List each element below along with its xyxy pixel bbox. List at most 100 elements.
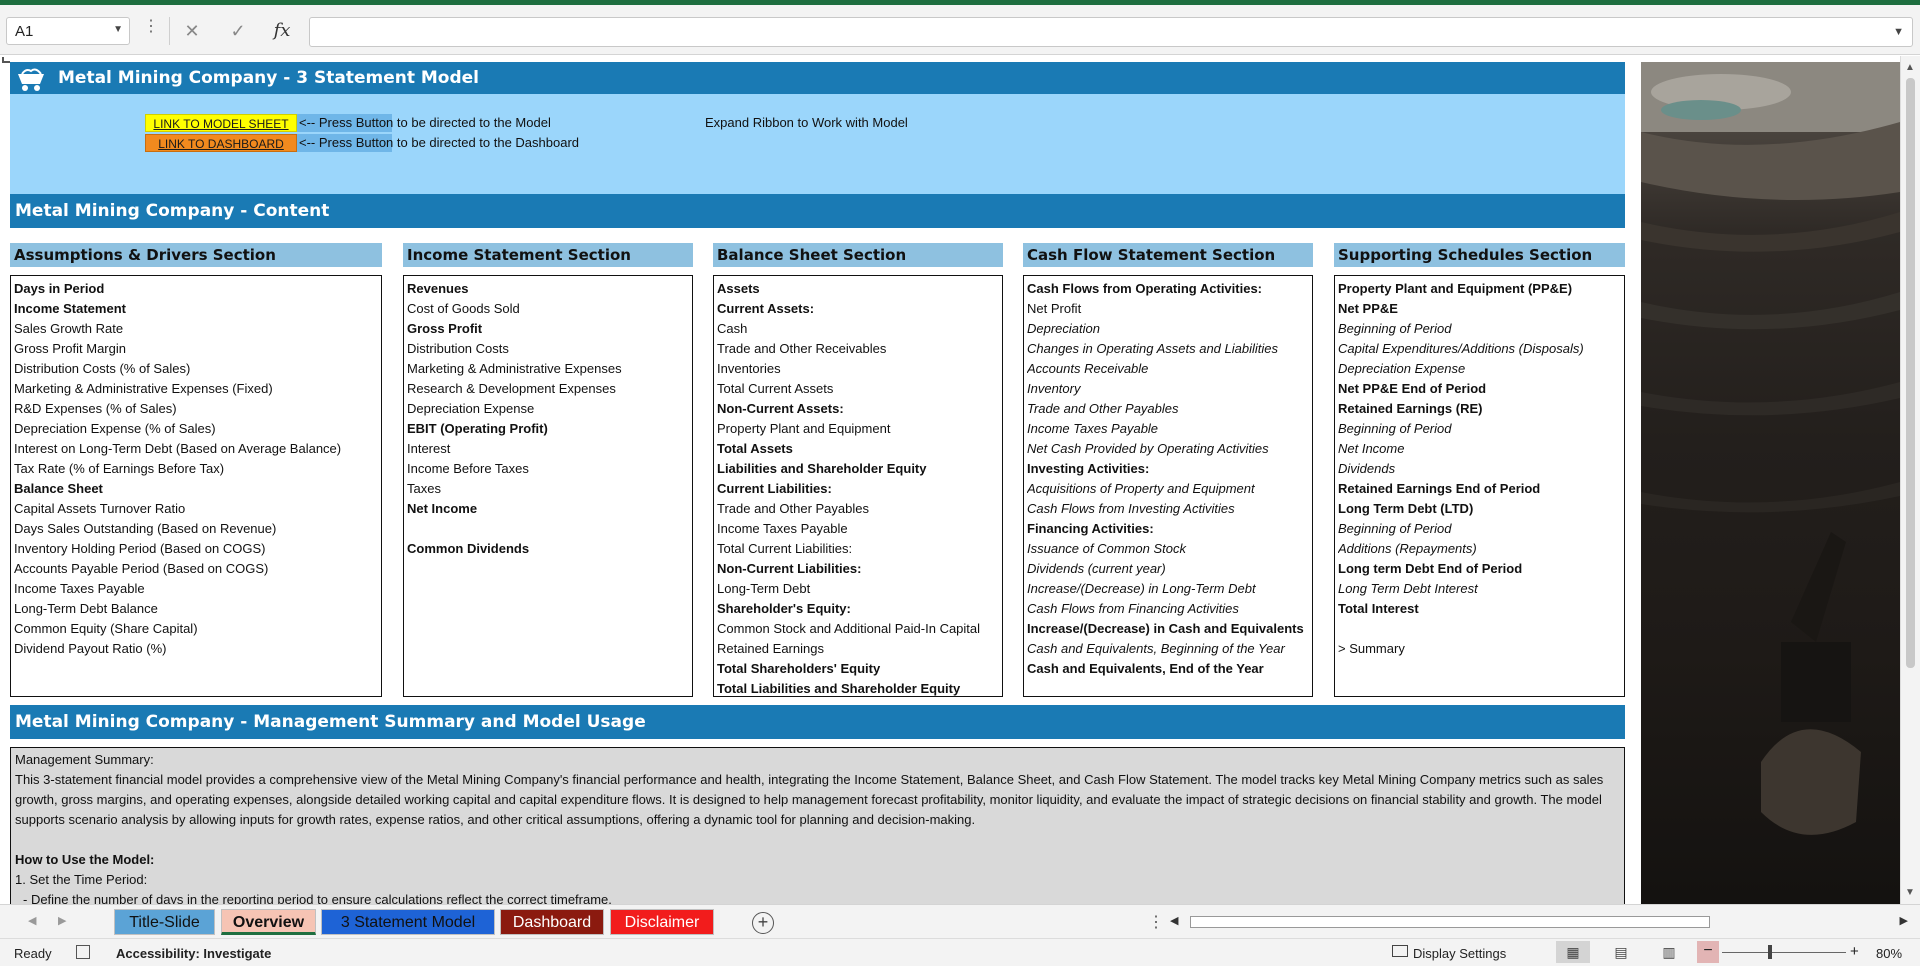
link-to-dashboard-button[interactable]: LINK TO DASHBOARD <box>145 134 297 152</box>
section-item: Property Plant and Equipment (PP&E) <box>1338 281 1573 296</box>
scroll-right-icon[interactable]: ▶ <box>1900 914 1908 927</box>
section-item: Marketing & Administrative Expenses (Fix… <box>14 381 273 396</box>
section-item: Long-Term Debt Balance <box>14 601 158 616</box>
section-item: Property Plant and Equipment <box>717 421 891 436</box>
section-item: Net Income <box>1338 441 1405 456</box>
select-all-corner[interactable] <box>2 57 10 63</box>
section-item: Dividends (current year) <box>1027 561 1166 576</box>
section-item: Taxes <box>407 481 441 496</box>
section-item: Depreciation Expense (% of Sales) <box>14 421 216 436</box>
section-item: Retained Earnings (RE) <box>1338 401 1483 416</box>
tab-3-statement-model[interactable]: 3 Statement Model <box>321 909 495 935</box>
section-item: Shareholder's Equity: <box>717 601 851 616</box>
cash-flow-section-list: Cash Flows from Operating Activities: Net… <box>1023 275 1313 697</box>
horizontal-scroll-thumb[interactable] <box>1190 916 1710 928</box>
zoom-out-icon[interactable]: − <box>1697 941 1719 963</box>
income-statement-section-list: Revenues Cost of Goods Sold Gross Profit Di… <box>403 275 693 697</box>
tab-disclaimer[interactable]: Disclaimer <box>610 909 714 935</box>
section-item: Net Income <box>407 501 478 516</box>
formula-input[interactable]: ▼ <box>309 17 1913 47</box>
how-to-step-detail: - Define the number of days in the repor… <box>23 892 612 904</box>
name-box-value: A1 <box>15 23 34 40</box>
section-item: Distribution Costs <box>407 341 509 356</box>
chevron-down-icon[interactable]: ▼ <box>113 24 123 35</box>
tab-overview[interactable]: Overview <box>221 909 316 935</box>
section-item: Beginning of Period <box>1338 521 1452 536</box>
content-title-banner: Metal Mining Company - Content <box>10 194 1625 228</box>
supporting-schedules-section-list: Property Plant and Equipment (PP&E) Net P… <box>1334 275 1625 697</box>
summary-text: This 3-statement financial model provide… <box>15 772 1604 827</box>
section-item: Depreciation <box>1027 321 1100 336</box>
scroll-up-icon[interactable]: ▲ <box>1905 62 1915 73</box>
section-item: Long Term Debt (LTD) <box>1338 501 1474 516</box>
vertical-scroll-thumb[interactable] <box>1906 78 1915 668</box>
section-item: Sales Growth Rate <box>14 321 124 336</box>
section-item: Cash <box>717 321 748 336</box>
mine-pit-image <box>1641 62 1900 835</box>
section-item: Net PP&E End of Period <box>1338 381 1487 396</box>
normal-view-icon[interactable]: ▦ <box>1556 941 1590 963</box>
more-options-icon[interactable]: ⋮ <box>1148 912 1164 932</box>
blank-row <box>15 830 1620 850</box>
section-item: Retained Earnings End of Period <box>1338 481 1541 496</box>
worksheet[interactable]: Metal Mining Company - 3 Statement Model… <box>0 56 1900 904</box>
vertical-scrollbar[interactable]: ▲ ▼ <box>1900 56 1920 904</box>
cancel-icon[interactable]: ✕ <box>176 17 208 45</box>
check-icon[interactable]: ✓ <box>222 17 254 45</box>
add-sheet-icon[interactable]: + <box>752 912 774 934</box>
zoom-in-icon[interactable]: + <box>1850 943 1859 960</box>
section-item: Income Taxes Payable <box>1027 421 1159 436</box>
section-item: Common Stock and Additional Paid-In Capi… <box>717 621 981 636</box>
zoom-level[interactable]: 80% <box>1876 946 1902 961</box>
section-item: Common Dividends <box>407 541 530 556</box>
mining-photo <box>1641 62 1900 904</box>
section-item: Days in Period <box>14 281 105 296</box>
expand-ribbon-note: Expand Ribbon to Work with Model <box>705 115 908 130</box>
section-item: Total Current Liabilities: <box>717 541 853 556</box>
macro-record-icon[interactable] <box>76 945 90 959</box>
tab-title-slide[interactable]: Title-Slide <box>114 909 215 935</box>
section-item: Net PP&E <box>1338 301 1398 316</box>
section-item: Total Shareholders' Equity <box>717 661 881 676</box>
section-item: Beginning of Period <box>1338 421 1452 436</box>
section-item: Financing Activities: <box>1027 521 1154 536</box>
section-item: Inventory Holding Period (Based on COGS) <box>14 541 266 556</box>
section-item: Days Sales Outstanding (Based on Revenue… <box>14 521 277 536</box>
section-item: Retained Earnings <box>717 641 824 656</box>
section-item: Long Term Debt Interest <box>1338 581 1478 596</box>
display-settings-icon[interactable] <box>1392 945 1408 957</box>
display-settings[interactable]: Display Settings <box>1413 946 1506 961</box>
section-item: Cash Flows from Financing Activities <box>1027 601 1239 616</box>
accessibility-status[interactable]: Accessibility: Investigate <box>116 946 271 961</box>
scroll-down-icon[interactable]: ▼ <box>1905 887 1915 898</box>
section-item: Liabilities and Shareholder Equity <box>717 461 927 476</box>
section-title: Assumptions & Drivers Section <box>10 243 382 267</box>
name-box[interactable]: A1 ▼ <box>6 17 130 45</box>
page-layout-view-icon[interactable]: ▤ <box>1604 941 1638 963</box>
section-item: EBIT (Operating Profit) <box>407 421 548 436</box>
section-item: Total Liabilities and Shareholder Equity <box>717 681 961 696</box>
zoom-slider[interactable] <box>1722 952 1846 953</box>
insert-function-icon[interactable]: fx <box>266 17 298 45</box>
tab-dashboard[interactable]: Dashboard <box>500 909 604 935</box>
section-title: Income Statement Section <box>403 243 693 267</box>
section-item: Increase/(Decrease) in Cash and Equivale… <box>1027 621 1304 636</box>
zoom-slider-thumb[interactable] <box>1768 945 1772 959</box>
management-title-banner: Metal Mining Company - Management Summar… <box>10 705 1625 739</box>
page-break-preview-icon[interactable]: ▥ <box>1652 941 1686 963</box>
expand-formula-icon[interactable]: ▼ <box>1893 26 1904 38</box>
prev-sheet-icon[interactable]: ◀ <box>28 914 36 927</box>
horizontal-scrollbar[interactable]: ◀ ▶ <box>1168 913 1910 931</box>
section-item: Income Before Taxes <box>407 461 529 476</box>
next-sheet-icon[interactable]: ▶ <box>58 914 66 927</box>
section-item: Common Equity (Share Capital) <box>14 621 198 636</box>
more-options-icon[interactable]: ⋮ <box>143 19 159 35</box>
scroll-left-icon[interactable]: ◀ <box>1170 914 1178 927</box>
section-item: Trade and Other Payables <box>1027 401 1179 416</box>
section-item: Cash Flows from Investing Activities <box>1027 501 1235 516</box>
section-item: Non-Current Liabilities: <box>717 561 862 576</box>
section-item: Research & Development Expenses <box>407 381 616 396</box>
section-item: Net Cash Provided by Operating Activitie… <box>1027 441 1269 456</box>
section-item: Total Interest <box>1338 601 1419 616</box>
link-to-model-button[interactable]: LINK TO MODEL SHEET <box>145 114 297 132</box>
